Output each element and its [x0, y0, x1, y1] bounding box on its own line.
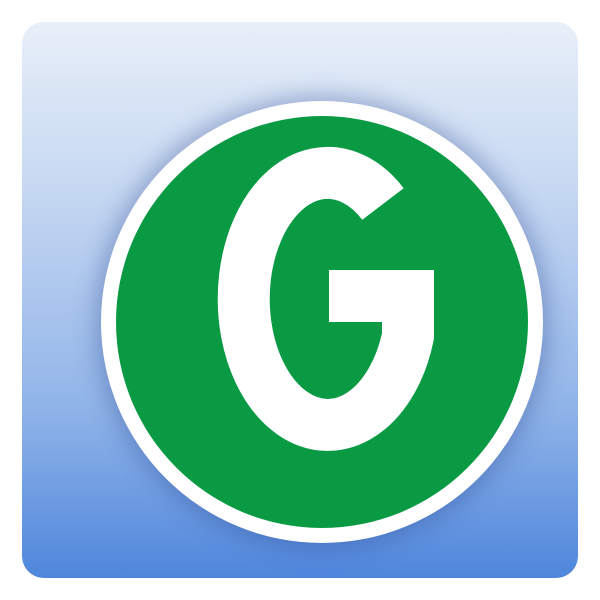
g-sign: G [101, 101, 543, 543]
letter-g-glyph: G [217, 146, 434, 451]
icon-tile: G [22, 22, 578, 578]
green-disc: G [116, 116, 528, 528]
